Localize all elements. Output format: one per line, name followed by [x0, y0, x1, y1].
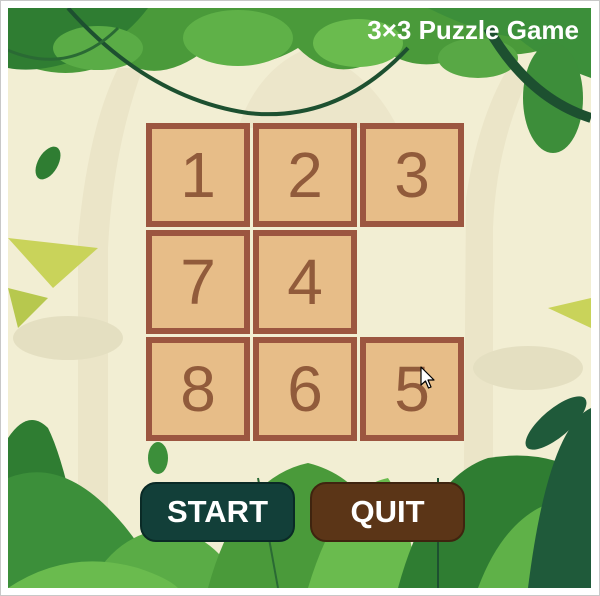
game-title: 3×3 Puzzle Game — [367, 15, 579, 45]
mouse-pointer-icon — [420, 366, 435, 389]
tile-r3-c3[interactable]: 5 — [360, 337, 464, 441]
tile-r3-c2[interactable]: 6 — [253, 337, 357, 441]
empty-slot[interactable] — [360, 230, 464, 334]
tile-r1-c3[interactable]: 3 — [360, 123, 464, 227]
tile-r2-c1[interactable]: 7 — [146, 230, 250, 334]
tile-r2-c2[interactable]: 4 — [253, 230, 357, 334]
tile-r1-c2[interactable]: 2 — [253, 123, 357, 227]
puzzle-board: 1 2 3 7 4 8 6 5 — [146, 123, 464, 441]
quit-button[interactable]: QUIT — [310, 482, 465, 542]
tile-r1-c1[interactable]: 1 — [146, 123, 250, 227]
controls: START QUIT — [140, 482, 470, 542]
game-window: 3×3 Puzzle Game 1 2 3 7 4 8 6 5 START QU… — [8, 8, 591, 588]
tile-r3-c1[interactable]: 8 — [146, 337, 250, 441]
start-button[interactable]: START — [140, 482, 295, 542]
